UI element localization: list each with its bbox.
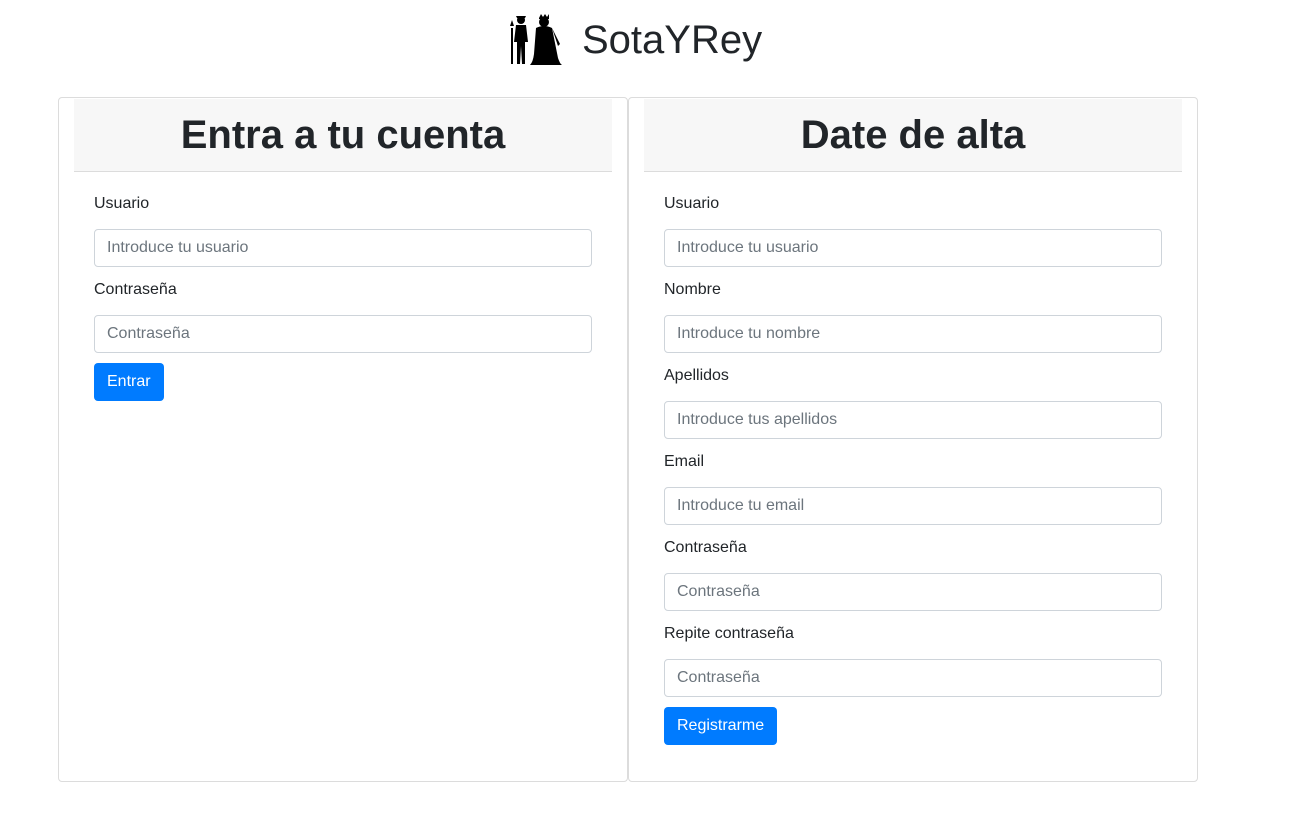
register-email-label: Email [664,453,705,470]
login-card-header: Entra a tu cuenta [74,99,612,172]
register-card-header: Date de alta [644,99,1182,172]
register-password-input[interactable] [664,573,1162,611]
register-password-repeat-group: Repite contraseña [664,624,1162,697]
register-name-label: Nombre [664,281,721,298]
register-email-group: Email [664,452,1162,525]
register-password-repeat-input[interactable] [664,659,1162,697]
login-username-group: Usuario [94,194,592,267]
page-header: SotaYRey [0,0,1306,80]
login-username-label: Usuario [94,195,150,212]
register-surname-label: Apellidos [664,367,729,384]
register-password-label: Contraseña [664,539,747,556]
login-title: Entra a tu cuenta [180,113,506,157]
login-username-input[interactable] [94,229,592,267]
register-password-repeat-label: Repite contraseña [664,625,794,642]
jack-and-king-silhouette-icon [510,14,562,65]
register-password-group: Contraseña [664,538,1162,611]
login-card: Entra a tu cuenta Usuario Contraseña Ent… [58,97,628,782]
login-submit-button[interactable]: Entrar [94,363,164,401]
register-username-group: Usuario [664,194,1162,267]
register-surname-input[interactable] [664,401,1162,439]
login-password-label: Contraseña [94,281,177,298]
register-name-group: Nombre [664,280,1162,353]
register-username-input[interactable] [664,229,1162,267]
register-surname-group: Apellidos [664,366,1162,439]
register-email-input[interactable] [664,487,1162,525]
register-submit-button[interactable]: Registrarme [664,707,778,745]
register-username-label: Usuario [664,195,720,212]
login-password-input[interactable] [94,315,592,353]
register-name-input[interactable] [664,315,1162,353]
login-password-group: Contraseña [94,280,592,353]
register-title: Date de alta [800,113,1026,157]
brand-title: SotaYRey [582,18,763,62]
register-card: Date de alta Usuario Nombre Apellidos Em… [628,97,1198,782]
